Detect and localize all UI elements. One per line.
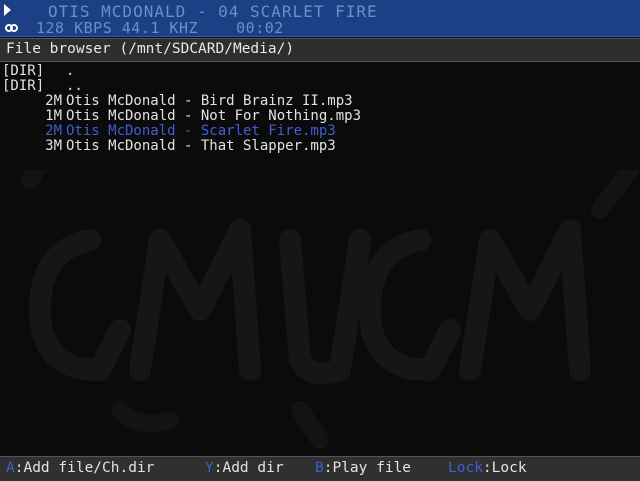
file-name: Otis McDonald - Bird Brainz II.mp3 (66, 93, 353, 109)
file-size: 1M (45, 108, 62, 124)
now-playing-bar: OTIS MCDONALD - 04 SCARLET FIRE 128 KBPS… (0, 0, 640, 37)
file-row[interactable]: 2M Otis McDonald - Bird Brainz II.mp3 (0, 94, 640, 109)
file-name: Otis McDonald - That Slapper.mp3 (66, 138, 336, 154)
file-name: Otis McDonald - Not For Nothing.mp3 (66, 108, 362, 124)
file-name: .. (66, 78, 83, 94)
file-name: Otis McDonald - Scarlet Fire.mp3 (66, 123, 336, 139)
browser-header: File browser (/mnt/SDCARD/Media/) (0, 38, 640, 62)
button-hints-bar: A:Add file/Ch.dir Y:Add dir B:Play file … (0, 456, 640, 481)
file-size: 2M (45, 123, 62, 139)
dir-tag: [DIR] (2, 78, 45, 94)
track-info: 128 KBPS 44.1 KHZ 00:02 (36, 19, 284, 37)
file-row[interactable]: 3M Otis McDonald - That Slapper.mp3 (0, 139, 640, 154)
hint-play-file[interactable]: B:Play file (315, 460, 411, 476)
hint-add-file[interactable]: A:Add file/Ch.dir (6, 460, 154, 476)
file-size: 2M (45, 93, 62, 109)
b-key-label: B (315, 460, 324, 476)
y-key-label: Y (205, 460, 214, 476)
file-row-selected[interactable]: 2M Otis McDonald - Scarlet Fire.mp3 (0, 124, 640, 139)
y-action-label: :Add dir (213, 460, 284, 476)
hint-lock[interactable]: Lock:Lock (448, 460, 527, 476)
file-size: 3M (45, 138, 62, 154)
file-row-dir-current[interactable]: [DIR]. (0, 64, 640, 79)
hint-add-dir[interactable]: Y:Add dir (205, 460, 284, 476)
a-key-label: A (6, 460, 15, 476)
lock-key-label: Lock (448, 460, 483, 476)
file-name: . (66, 63, 75, 79)
a-action-label: :Add file/Ch.dir (14, 460, 155, 476)
browser-title: File browser (/mnt/SDCARD/Media/) (6, 41, 295, 57)
dir-tag: [DIR] (2, 63, 45, 79)
file-row[interactable]: 1M Otis McDonald - Not For Nothing.mp3 (0, 109, 640, 124)
play-icon (4, 4, 11, 16)
repeat-icon (5, 24, 21, 32)
file-row-dir-parent[interactable]: [DIR].. (0, 79, 640, 94)
file-list: [DIR]. [DIR].. 2M Otis McDonald - Bird Br… (0, 64, 640, 154)
lock-action-label: :Lock (482, 460, 527, 476)
b-action-label: :Play file (323, 460, 412, 476)
gmu-watermark-logo (21, 170, 639, 449)
